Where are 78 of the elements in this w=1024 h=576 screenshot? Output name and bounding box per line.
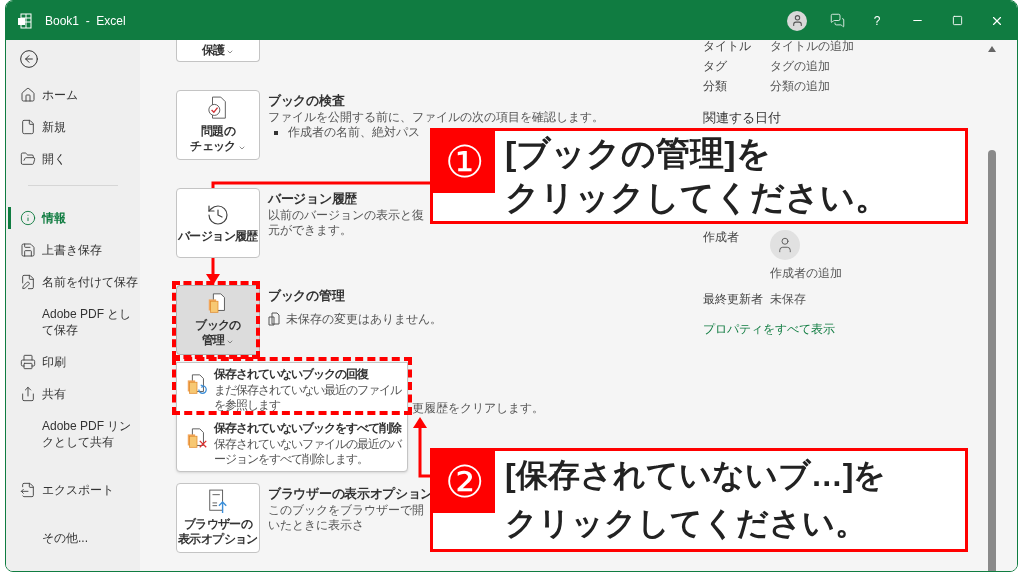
- app-logo-icon: [18, 12, 32, 29]
- section-heading: バージョン履歴: [268, 191, 358, 207]
- info-action-button[interactable]: ブックの 管理: [176, 285, 260, 355]
- dates-heading: 関連する日付: [703, 110, 782, 126]
- sidebar-item[interactable]: 上書き保存: [6, 234, 140, 266]
- folder-icon: [20, 151, 36, 167]
- property-label: タイトル: [703, 38, 752, 55]
- sidebar-item[interactable]: Adobe PDF として保存: [6, 298, 140, 346]
- show-all-properties-link[interactable]: プロパティをすべて表示: [703, 320, 985, 338]
- sidebar-item[interactable]: 新規: [6, 111, 140, 143]
- sidebar-item[interactable]: エクスポート: [6, 474, 140, 506]
- home-icon: [20, 87, 36, 103]
- back-button[interactable]: [18, 48, 40, 70]
- status-text: 未保存の変更はありません。: [286, 311, 442, 328]
- info-action-button[interactable]: 保護: [176, 40, 260, 62]
- caret-icon: [237, 144, 246, 152]
- menu-item-description: 保存されていないファイルの最近のバージョンをすべて削除します。: [214, 437, 402, 467]
- menu-item-description: まだ保存されていない最近のファイルを参照します: [214, 383, 402, 413]
- save-as-icon: [20, 274, 36, 290]
- avatar-icon: [770, 230, 800, 260]
- print-icon: [20, 354, 36, 370]
- property-label: タグ: [703, 58, 728, 75]
- sidebar-item[interactable]: ホーム: [6, 79, 140, 111]
- instruction-text: [ブックの管理]を クリックしてください。: [505, 133, 889, 218]
- feedback-icon: [829, 13, 845, 28]
- info-action-button[interactable]: 問題の チェック: [176, 90, 260, 160]
- bullet-text: 作成者の名前、絶対パス: [288, 125, 420, 140]
- caret-icon: [226, 48, 235, 56]
- menu-item[interactable]: 保存されていないブックをすべて削除 保存されていないファイルの最近のバージョンをすべて削除します。: [177, 417, 407, 471]
- info-action-button[interactable]: ブラウザーの 表示オプション: [176, 483, 260, 553]
- property-label: 作成者: [703, 230, 740, 244]
- scroll-up-icon[interactable]: [988, 46, 996, 52]
- share-icon: [20, 386, 36, 402]
- maximize-icon: [951, 15, 963, 26]
- document-status-icon: [268, 312, 280, 326]
- sidebar-item[interactable]: Adobe PDF リンクとして共有: [6, 410, 140, 458]
- property-value[interactable]: 分類の追加: [770, 77, 830, 95]
- sidebar-item[interactable]: 情報: [6, 202, 140, 234]
- step-number: ②: [433, 451, 495, 513]
- section-description: ファイルを公開する前に、ファイルの次の項目を確認します。: [268, 110, 604, 125]
- caret-icon: [226, 338, 235, 346]
- property-label: 分類: [703, 78, 728, 95]
- section-heading: ブックの管理: [268, 288, 346, 304]
- sidebar-item[interactable]: 名前を付けて保存: [6, 266, 140, 298]
- info-icon: [20, 210, 36, 226]
- save-icon: [20, 242, 36, 258]
- property-value[interactable]: 未保存: [770, 292, 806, 306]
- document-icon: [20, 119, 36, 135]
- add-author-link[interactable]: 作成者の追加: [770, 266, 842, 280]
- delete-document-icon: [185, 427, 209, 451]
- sidebar-item[interactable]: 開く: [6, 143, 140, 175]
- menu-item-title: 保存されていないブックをすべて削除: [214, 421, 403, 436]
- avatar-icon: [787, 10, 807, 31]
- instruction-text: [保存されていないブ…]を クリックしてください。: [505, 456, 887, 543]
- sidebar-item[interactable]: その他...: [6, 522, 140, 554]
- section-description: 以前のバージョンの表示と復元ができます。: [268, 208, 424, 238]
- sidebar-item[interactable]: 印刷: [6, 346, 140, 378]
- section-heading: ブックの検査: [268, 93, 346, 109]
- info-action-button[interactable]: バージョン履歴: [176, 188, 260, 258]
- export-icon: [20, 482, 36, 498]
- property-value[interactable]: タグの追加: [770, 57, 830, 75]
- menu-item[interactable]: 保存されていないブックの回復 まだ保存されていない最近のファイルを参照します: [177, 363, 407, 417]
- step-number: ①: [433, 131, 495, 193]
- sidebar-item[interactable]: 共有: [6, 378, 140, 410]
- recover-document-icon: [185, 373, 209, 397]
- menu-item-title: 保存されていないブックの回復: [214, 367, 370, 382]
- bullet-icon: [274, 130, 278, 135]
- history-icon: [206, 202, 230, 227]
- window-title: Book1 - Excel: [45, 12, 126, 30]
- help-button[interactable]: ?: [857, 1, 897, 40]
- section-description: このブックをブラウザーで開いたときに表示さ: [268, 503, 424, 533]
- browser-view-icon: [207, 489, 229, 515]
- partial-description: 更履歴をクリアします。: [412, 401, 544, 415]
- property-label: 最終更新者: [703, 292, 764, 306]
- property-value[interactable]: タイトルの追加: [770, 37, 854, 55]
- back-icon: [19, 49, 39, 69]
- inspect-document-icon: [207, 96, 229, 122]
- scrollbar-thumb[interactable]: [988, 150, 996, 571]
